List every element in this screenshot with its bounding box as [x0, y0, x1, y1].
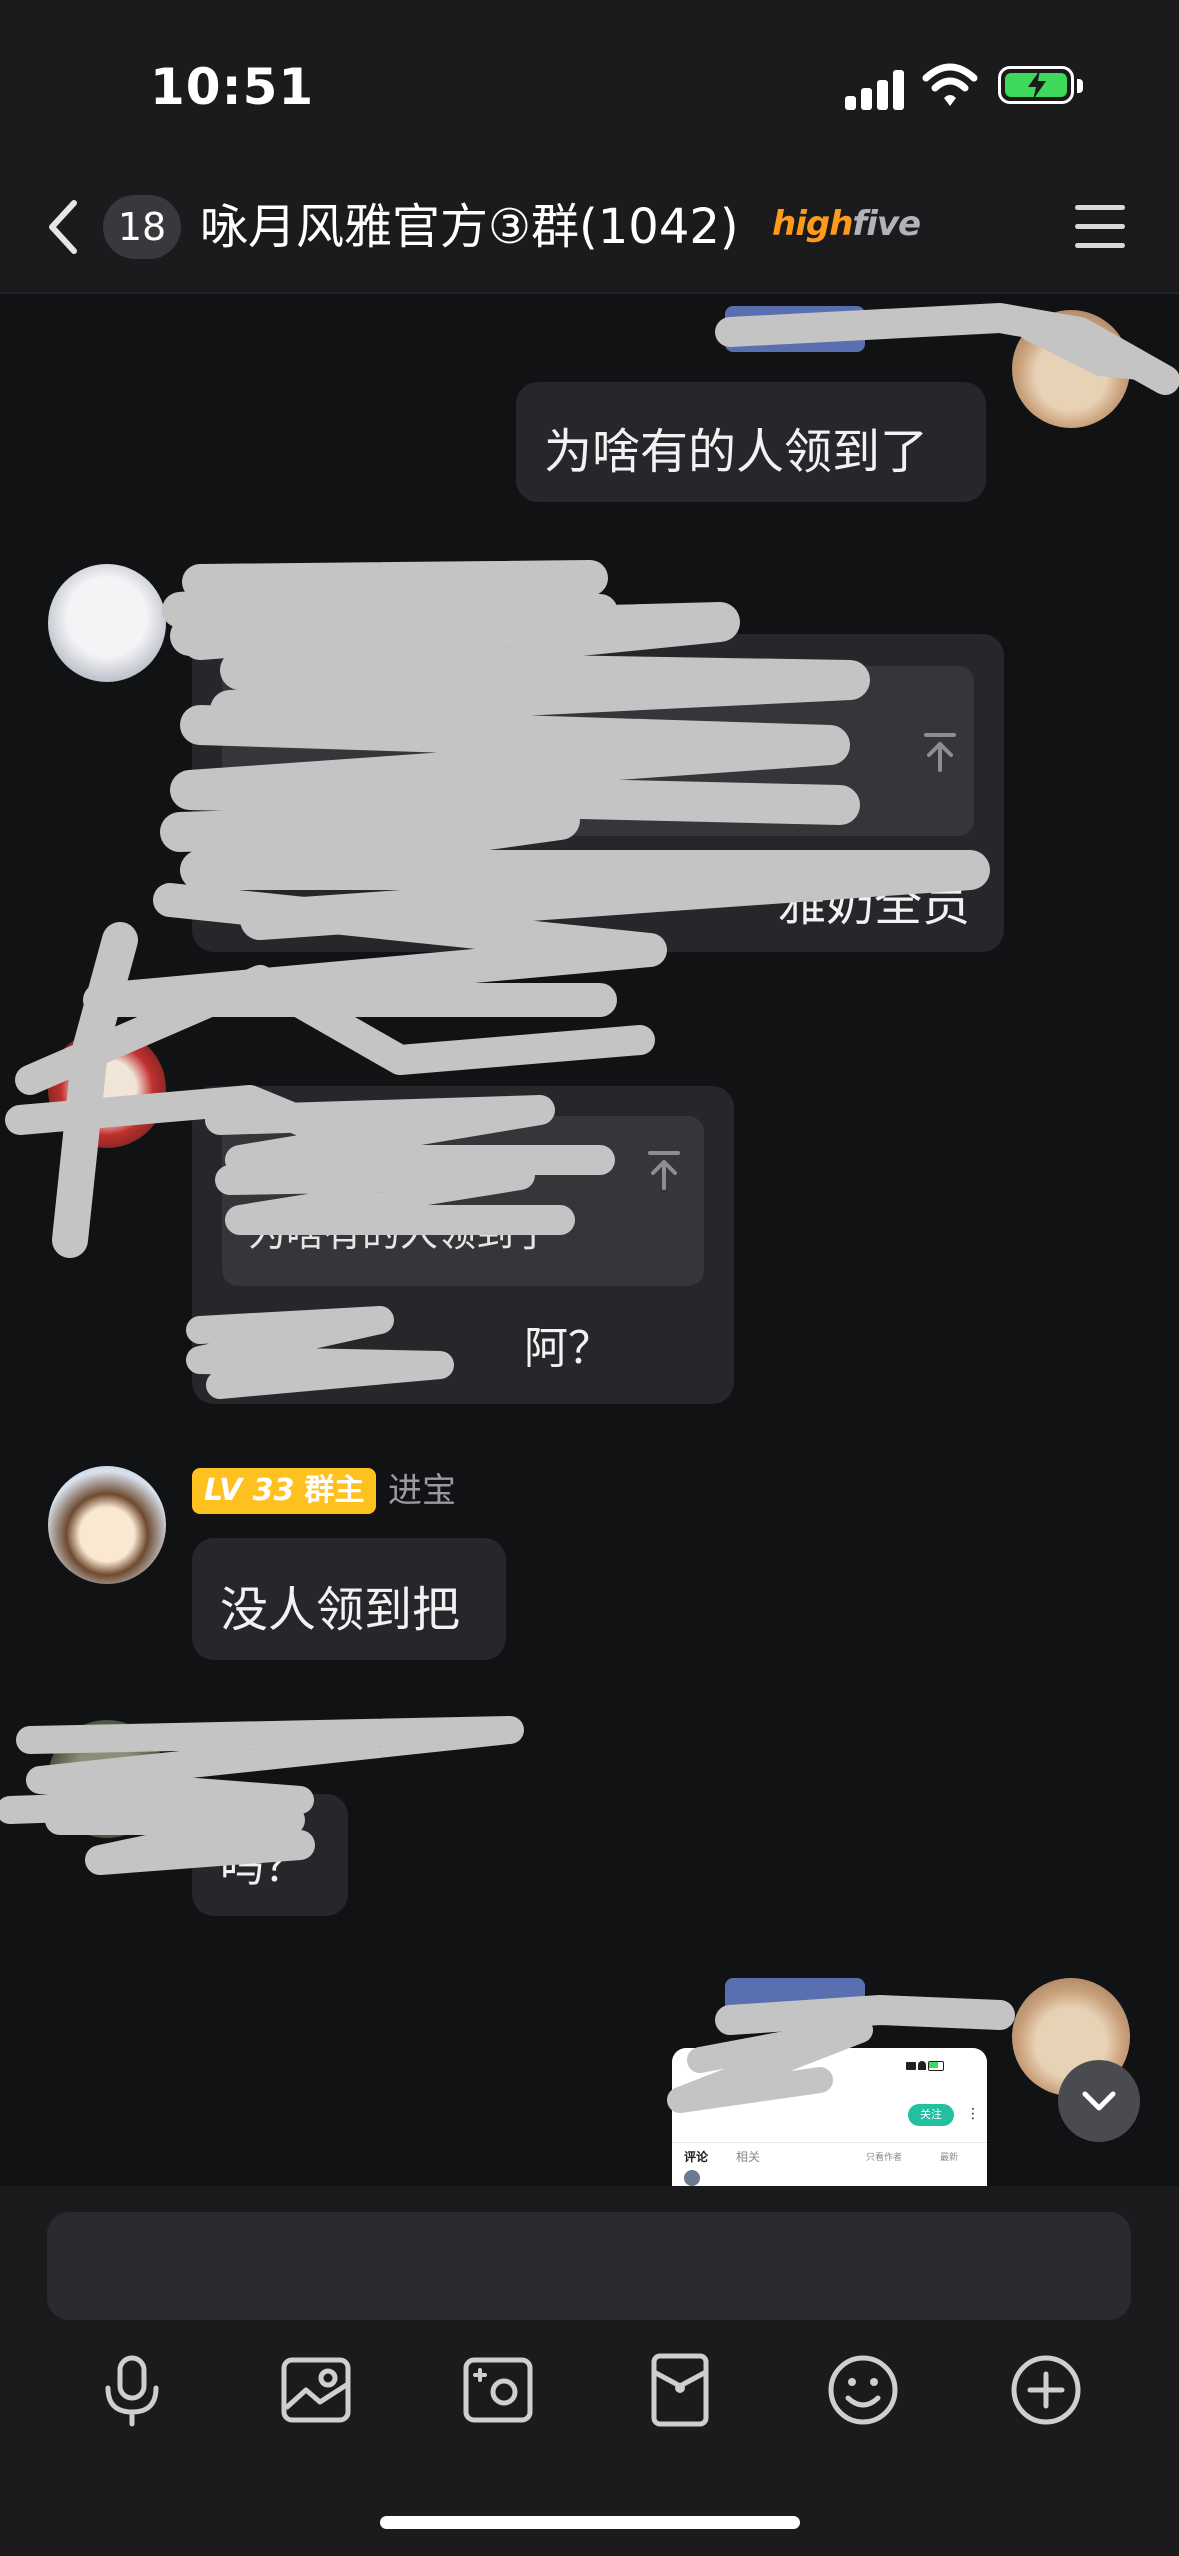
level-badge-redacted [725, 306, 865, 352]
message-text: 吗？ [220, 1841, 308, 1892]
level-text: LV 33 [204, 1473, 295, 1508]
thumb-status-time: 10:51 [692, 2056, 737, 2072]
quoted-text: 为啥有的人领到了 [248, 1211, 553, 1255]
thumb-status-icons [906, 2060, 944, 2071]
quoted-message[interactable] [222, 666, 974, 836]
message-bubble[interactable]: 为啥有的人领到了 [516, 382, 986, 502]
emoji-icon[interactable] [823, 2350, 903, 2430]
mic-icon[interactable] [92, 2350, 172, 2430]
thumb-filter-author: 只看作者 [866, 2153, 903, 2163]
avatar-self[interactable] [1012, 310, 1130, 428]
thumb-divider [672, 2142, 987, 2143]
status-time: 10:51 [150, 58, 315, 116]
unread-count-badge[interactable]: 18 [103, 195, 181, 259]
plus-icon[interactable] [1006, 2350, 1086, 2430]
scroll-to-bottom-button[interactable] [1058, 2060, 1140, 2142]
level-badge: LV 33 群主 [192, 1468, 377, 1514]
thumb-more-icon: ⋮ [966, 2106, 980, 2122]
avatar-member[interactable] [48, 1030, 166, 1148]
avatar-group-owner[interactable] [48, 1466, 166, 1584]
message-bubble[interactable]: 吗？ [192, 1794, 348, 1916]
message-text: 为啥有的人领到了 [544, 424, 929, 480]
message-bubble[interactable]: 没人领到把 [192, 1538, 506, 1660]
home-indicator [380, 2516, 800, 2529]
image-message-thumbnail[interactable]: 10:51 关注 ⋮ 评论 相关 只看作者 最新 [672, 2048, 987, 2186]
message-text: 阿？ [524, 1323, 612, 1374]
highfive-five: five [852, 204, 921, 244]
back-chevron-icon[interactable] [40, 195, 90, 259]
highfive-high: high [772, 204, 853, 244]
message-text: 没人领到把 [220, 1582, 461, 1638]
menu-icon[interactable] [1075, 205, 1125, 249]
thumb-commenter-avatar [684, 2170, 700, 2186]
highfive-badge[interactable]: highfive [772, 204, 921, 244]
message-input[interactable] [47, 2212, 1131, 2320]
avatar-member[interactable] [48, 564, 166, 682]
quoted-message[interactable]: 为啥有的人领到了 [222, 1116, 704, 1286]
quote-message-bubble[interactable]: 雅奶全员 [192, 634, 1004, 952]
chat-title: 咏月风雅官方③群(1042) [200, 199, 739, 255]
thumb-sort-latest: 最新 [940, 2153, 959, 2163]
message-text: 雅奶全员 [777, 876, 970, 932]
chevron-down-icon [1082, 2091, 1116, 2111]
avatar-member[interactable] [48, 1720, 166, 1838]
red-packet-icon[interactable] [640, 2350, 720, 2430]
jump-to-quote-icon[interactable] [646, 1150, 682, 1190]
role-text: 群主 [304, 1473, 365, 1508]
battery-icon [998, 66, 1083, 104]
wifi-icon [922, 63, 978, 106]
thumb-follow-button: 关注 [908, 2104, 954, 2126]
quote-message-bubble[interactable]: 为啥有的人领到了 阿？ [192, 1086, 734, 1404]
cellular-signal-icon [845, 70, 905, 110]
thumb-tab-related: 相关 [736, 2150, 761, 2164]
jump-to-quote-icon[interactable] [922, 732, 958, 772]
thumb-tab-comments: 评论 [684, 2150, 709, 2164]
level-badge-redacted [725, 1978, 865, 2024]
camera-icon[interactable] [458, 2350, 538, 2430]
image-icon[interactable] [276, 2350, 356, 2430]
sender-name: 进宝 [388, 1471, 456, 1511]
